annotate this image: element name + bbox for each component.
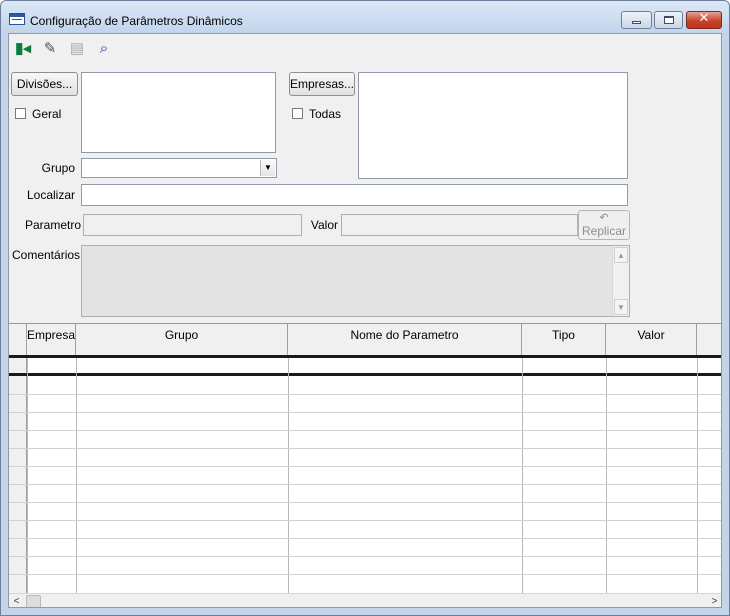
divisoes-button[interactable]: Divisões...: [11, 72, 78, 96]
grid-row-line: [9, 412, 721, 413]
grid-row-line: [9, 484, 721, 485]
column-header-tipo[interactable]: Tipo: [522, 324, 606, 355]
column-header-empresa[interactable]: Empresa: [27, 324, 76, 355]
edit-button[interactable]: ✎: [38, 36, 62, 60]
replicar-button[interactable]: ↶ Replicar: [578, 210, 630, 240]
minimize-button[interactable]: [621, 11, 652, 29]
comentarios-label: Comentários: [12, 248, 81, 262]
grid-row-line: [9, 430, 721, 431]
localizar-input[interactable]: [81, 184, 628, 206]
valor-label: Valor: [310, 218, 338, 232]
print-button[interactable]: ▤: [65, 36, 89, 60]
parametros-grid[interactable]: Empresa Grupo Nome do Parametro Tipo Val…: [9, 323, 721, 607]
parametro-field: [83, 214, 302, 236]
geral-label: Geral: [32, 107, 62, 121]
grid-row-line: [9, 394, 721, 395]
empresas-listbox[interactable]: [358, 72, 628, 179]
valor-field: [341, 214, 578, 236]
undo-arrow-icon: ↶: [599, 212, 609, 224]
find-button[interactable]: ⌕: [92, 36, 116, 60]
main-window: Configuração de Parâmetros Dinâmicos ✕ ▮…: [0, 0, 730, 616]
empresas-button[interactable]: Empresas...: [289, 72, 355, 96]
grid-corner: [9, 324, 27, 355]
scroll-left-icon[interactable]: <: [9, 594, 25, 607]
minimize-icon: [632, 21, 641, 24]
grid-row-line: [9, 520, 721, 521]
column-header-grupo[interactable]: Grupo: [76, 324, 288, 355]
header-separator-line: [9, 355, 721, 358]
window-title: Configuração de Parâmetros Dinâmicos: [30, 14, 243, 28]
comentarios-textarea[interactable]: ▲ ▼: [81, 245, 630, 317]
scroll-right-icon[interactable]: >: [706, 594, 721, 607]
divisoes-listbox[interactable]: [81, 72, 276, 153]
client-area: ▮◂ ✎ ▤ ⌕ Divisões... Geral Empresas... T…: [8, 33, 722, 608]
grupo-combobox[interactable]: ▼: [81, 158, 277, 178]
scroll-up-icon[interactable]: ▲: [614, 247, 628, 263]
grid-row-line: [9, 502, 721, 503]
grid-row-line: [9, 556, 721, 557]
parametro-label: Parametro: [24, 218, 81, 232]
printer-icon: ▤: [69, 40, 85, 57]
grid-row-line: [9, 448, 721, 449]
grid-header: Empresa Grupo Nome do Parametro Tipo Val…: [9, 324, 721, 355]
scroll-down-icon[interactable]: ▼: [614, 299, 628, 315]
grid-horizontal-scrollbar[interactable]: < >: [9, 593, 721, 607]
exit-button[interactable]: ▮◂: [11, 36, 35, 60]
maximize-icon: [664, 16, 674, 24]
current-row-line: [9, 373, 721, 376]
localizar-label: Localizar: [26, 188, 75, 202]
title-bar[interactable]: Configuração de Parâmetros Dinâmicos ✕: [1, 1, 729, 33]
grupo-label: Grupo: [41, 161, 75, 175]
column-header-valor[interactable]: Valor: [606, 324, 697, 355]
grid-row-line: [9, 538, 721, 539]
pencil-icon: ✎: [43, 40, 57, 57]
column-header-nome-parametro[interactable]: Nome do Parametro: [288, 324, 522, 355]
binoculars-icon: ⌕: [99, 39, 109, 57]
todas-checkbox[interactable]: [292, 108, 303, 119]
column-header-filler: [697, 324, 721, 355]
exit-door-icon: ▮◂: [15, 40, 31, 57]
todas-label: Todas: [309, 107, 342, 121]
chevron-down-icon[interactable]: ▼: [260, 160, 275, 176]
close-button[interactable]: ✕: [686, 11, 722, 29]
scroll-thumb[interactable]: [26, 595, 41, 607]
close-icon: ✕: [698, 11, 710, 26]
window-app-icon: [9, 13, 25, 25]
geral-checkbox[interactable]: [15, 108, 26, 119]
grid-row-line: [9, 574, 721, 575]
grid-row-line: [9, 466, 721, 467]
comentarios-scrollbar[interactable]: ▲ ▼: [612, 246, 629, 316]
replicar-label: Replicar: [581, 224, 626, 238]
maximize-button[interactable]: [654, 11, 683, 29]
